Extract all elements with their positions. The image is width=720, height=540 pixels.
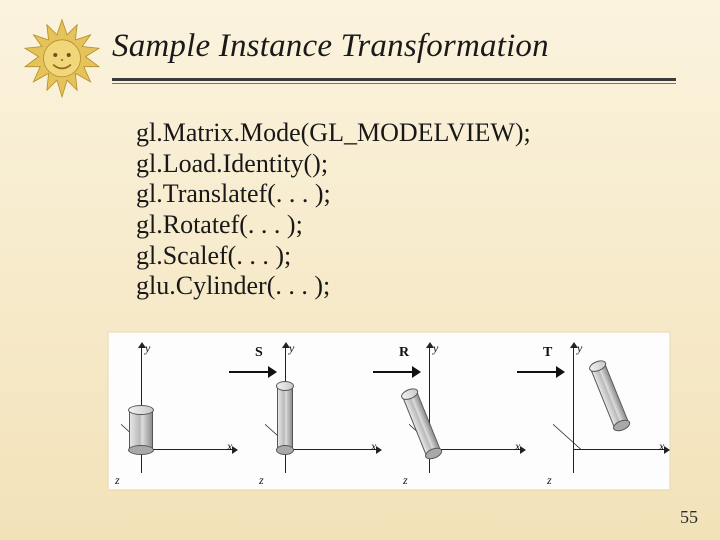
- code-line: gl.Load.Identity();: [136, 149, 680, 180]
- axis-x: [141, 449, 233, 450]
- transformation-figure: y x z S y x z R: [108, 332, 670, 490]
- panel-scaled: y x z: [253, 339, 381, 483]
- code-line: glu.Cylinder(. . . );: [136, 271, 680, 302]
- axis-label-x: x: [371, 439, 376, 454]
- axis-label-z: z: [403, 473, 408, 488]
- axis-label-y: y: [289, 341, 294, 356]
- sun-icon: [20, 18, 104, 102]
- cylinder-initial: [129, 409, 153, 451]
- code-line: gl.Scalef(. . . );: [136, 241, 680, 272]
- code-line: gl.Rotatef(. . . );: [136, 210, 680, 241]
- axis-x: [285, 449, 377, 450]
- cylinder-scaled: [277, 385, 293, 451]
- code-line: gl.Matrix.Mode(GL_MODELVIEW);: [136, 118, 680, 149]
- axis-label-z: z: [115, 473, 120, 488]
- axis-x: [429, 449, 521, 450]
- code-line: gl.Translatef(. . . );: [136, 179, 680, 210]
- title-underline: [112, 78, 676, 84]
- slide: Sample Instance Transformation gl.Matrix…: [0, 0, 720, 540]
- axis-label-z: z: [547, 473, 552, 488]
- slide-title: Sample Instance Transformation: [112, 28, 680, 65]
- axis-label-y: y: [577, 341, 582, 356]
- axis-label-z: z: [259, 473, 264, 488]
- cylinder-translated: [590, 362, 630, 429]
- panel-rotated: y x z: [397, 339, 525, 483]
- axis-z: [553, 424, 581, 478]
- axis-label-x: x: [515, 439, 520, 454]
- axis-label-x: x: [659, 439, 664, 454]
- axis-label-x: x: [227, 439, 232, 454]
- panel-translated: y x z: [541, 339, 669, 483]
- code-block: gl.Matrix.Mode(GL_MODELVIEW); gl.Load.Id…: [136, 118, 680, 302]
- cylinder-rotated: [402, 390, 442, 457]
- axis-label-y: y: [145, 341, 150, 356]
- axis-label-y: y: [433, 341, 438, 356]
- axis-x: [573, 449, 665, 450]
- panel-initial: y x z: [109, 339, 237, 483]
- page-number: 55: [680, 507, 698, 528]
